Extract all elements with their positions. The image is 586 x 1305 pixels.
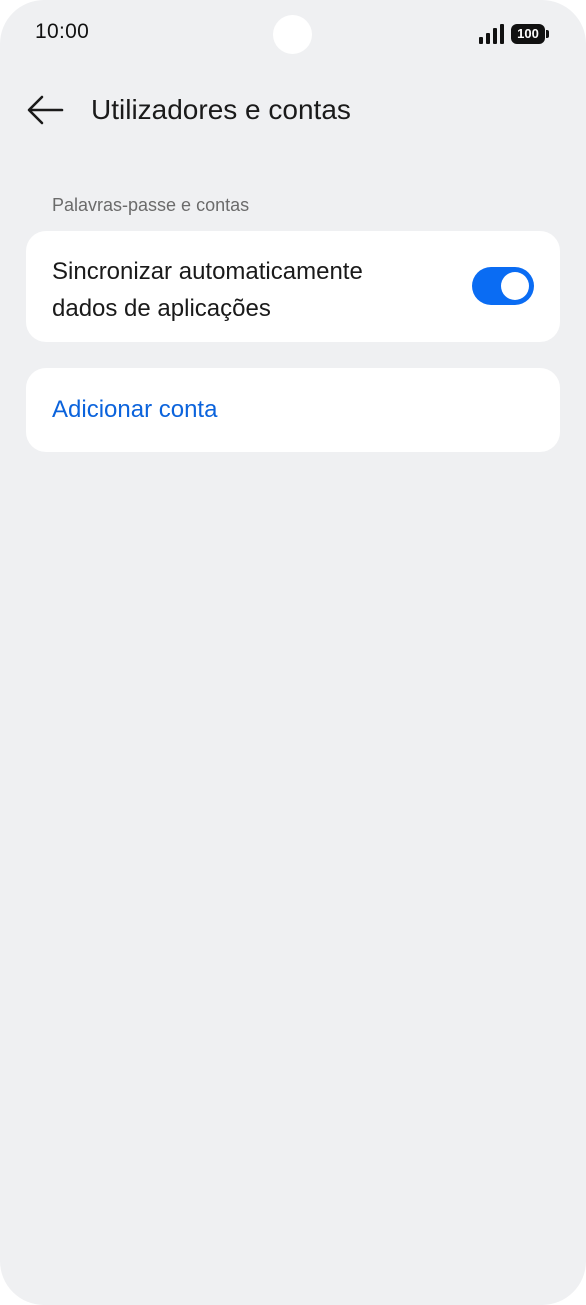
sync-setting-card[interactable]: Sincronizar automaticamente dados de apl…	[26, 231, 560, 342]
section-label: Palavras-passe e contas	[52, 195, 250, 215]
page-title: Utilizadores e contas	[91, 94, 351, 125]
sync-setting-label: Sincronizar automaticamente dados de apl…	[52, 253, 452, 327]
sync-toggle[interactable]	[472, 267, 534, 305]
sync-setting-label-line1: Sincronizar automaticamente	[52, 258, 363, 285]
status-bar: 10:00 100	[0, 0, 586, 70]
phone-screen: 10:00 100 Utilizadores e contas Palavras…	[0, 0, 586, 1305]
add-account-label: Adicionar conta	[52, 396, 218, 423]
back-arrow-icon	[27, 95, 64, 125]
signal-icon	[479, 24, 505, 44]
toggle-knob	[501, 272, 529, 300]
back-button[interactable]	[22, 90, 68, 130]
add-account-button[interactable]: Adicionar conta	[26, 368, 560, 452]
sync-setting-label-line2: dados de aplicações	[52, 295, 271, 322]
battery-icon: 100	[511, 24, 549, 44]
camera-cutout	[273, 15, 312, 54]
status-time: 10:00	[35, 20, 90, 43]
battery-level: 100	[517, 26, 539, 41]
app-header: Utilizadores e contas	[0, 80, 586, 140]
